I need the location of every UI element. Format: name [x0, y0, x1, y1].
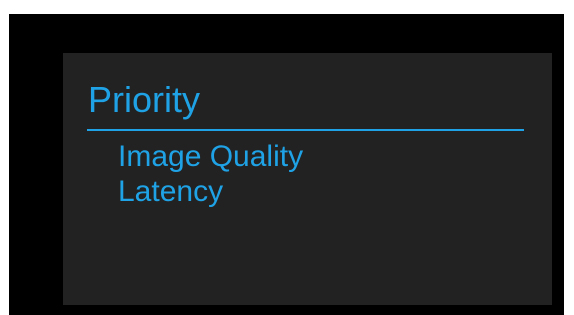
display-screen: Priority Image Quality Latency [9, 14, 564, 315]
priority-menu-panel: Priority Image Quality Latency [63, 53, 552, 305]
option-image-quality[interactable]: Image Quality [118, 139, 303, 174]
option-latency[interactable]: Latency [118, 174, 303, 209]
menu-title: Priority [88, 79, 201, 120]
priority-options-list: Image Quality Latency [118, 139, 303, 209]
title-divider [87, 129, 524, 131]
